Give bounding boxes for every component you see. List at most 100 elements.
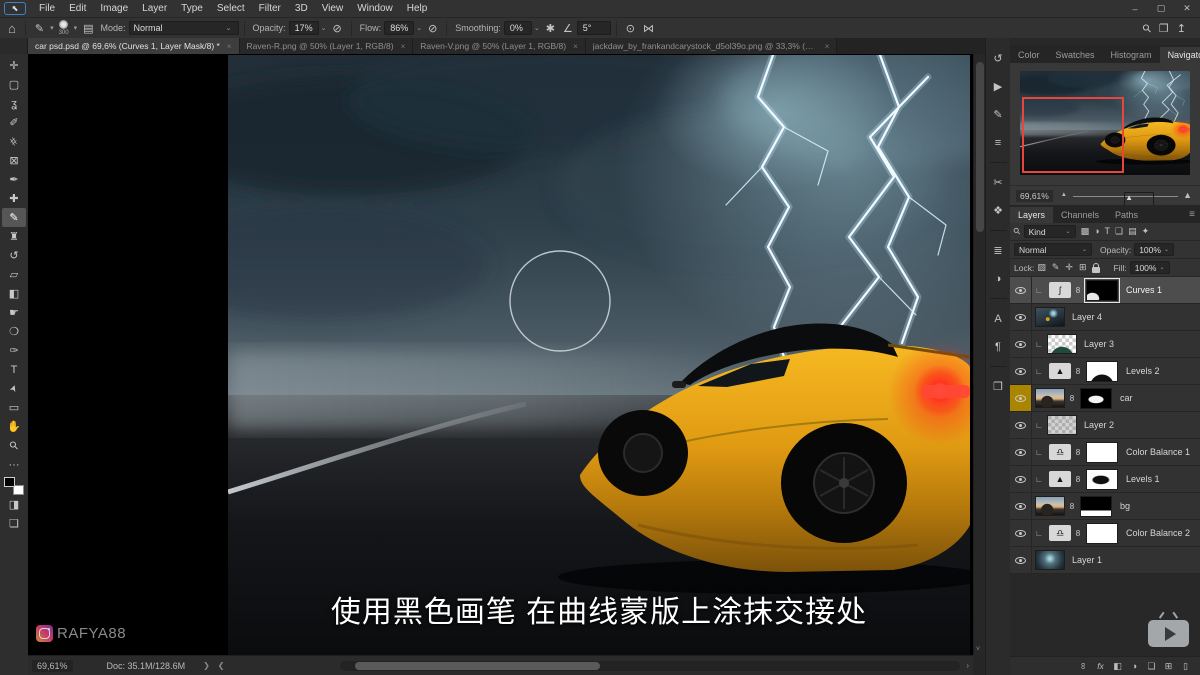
layer-mask-thumbnail[interactable] [1080,388,1112,409]
tab-close-icon[interactable]: × [573,42,578,51]
photoshop-logo-icon[interactable]: ⬉ [4,2,26,15]
navigator-zoom-slider[interactable]: ▲ ▲ ▲ [1061,190,1192,202]
brush-angle-field[interactable]: 5° [577,21,611,35]
menu-filter[interactable]: Filter [252,0,288,17]
menu-type[interactable]: Type [174,0,210,17]
toggle-brush-panel-icon[interactable]: ▤ [83,22,93,35]
home-icon[interactable]: ⌂ [8,21,16,36]
lock-transparency-icon[interactable]: ▨ [1037,262,1046,273]
layer-opacity-field[interactable]: 100% ⌄ [1134,243,1174,256]
airbrush-icon[interactable]: ⊘ [428,22,437,35]
menu-layer[interactable]: Layer [135,0,174,17]
tab-swatches[interactable]: Swatches [1048,47,1103,63]
brush-tool[interactable]: ✎ [2,208,26,227]
tab-close-icon[interactable]: × [227,42,232,51]
tools-panel-header[interactable] [0,38,28,54]
layer-thumbnail[interactable] [1035,307,1065,327]
menu-file[interactable]: File [32,0,62,17]
dodge-tool[interactable]: ❍ [2,322,26,341]
tab-close-icon[interactable]: × [401,42,406,51]
layer-thumbnail[interactable] [1035,496,1065,516]
layer-mask-thumbnail[interactable] [1086,523,1118,544]
brush-tool-icon[interactable]: ✎ [35,22,44,35]
layer-thumbnail[interactable] [1047,334,1077,354]
document-image[interactable] [228,55,970,655]
filter-smart-objects-icon[interactable]: ▤ [1128,226,1137,237]
clone-source-panel-icon[interactable]: ❐ [988,376,1009,397]
history-panel-icon[interactable]: ↺ [988,48,1009,69]
paragraph-panel-icon[interactable]: ¶ [988,336,1009,357]
tab-close-icon[interactable]: × [825,42,830,51]
layer-thumbnail[interactable] [1035,550,1065,570]
filter-shape-layers-icon[interactable]: ❏ [1115,226,1123,237]
vertical-scrollbar[interactable]: ˅ [973,54,985,655]
brush-settings-panel-icon[interactable]: ✎ [988,104,1009,125]
smoothing-chevron-icon[interactable]: ⌄ [534,24,540,32]
layer-row-curves-1[interactable]: ∟ʃ8Curves 1 [1010,277,1200,304]
blend-mode-select[interactable]: Normal ⌄ [129,21,239,35]
scroll-down-arrow-icon[interactable]: ˅ [976,646,980,653]
vertical-scrollbar-thumb[interactable] [976,62,984,232]
layer-thumbnail[interactable] [1047,415,1077,435]
edit-toolbar[interactable]: ··· [2,455,26,474]
opacity-field[interactable]: 17% [289,21,319,35]
add-layer-mask-icon[interactable]: ◧ [1109,661,1126,672]
layer-visibility-toggle[interactable] [1010,547,1032,573]
history-brush-tool[interactable]: ↺ [2,246,26,265]
menu-edit[interactable]: Edit [62,0,93,17]
document-tab-4[interactable]: jackdaw_by_frankandcarystock_d5ol39o.png… [586,38,838,54]
libraries-panel-icon[interactable]: ✂ [988,172,1009,193]
lock-all-icon[interactable] [1092,267,1100,273]
lock-position-icon[interactable]: ✛ [1065,262,1073,273]
document-tab-3[interactable]: Raven-V.png @ 50% (Layer 1, RGB/8)× [413,38,585,54]
adjustment-layer-icon-balance[interactable]: ♎ [1049,525,1071,541]
navigator-preview[interactable] [1020,71,1190,175]
status-arrow-left-icon[interactable]: ❮ [218,661,225,670]
frame-tool[interactable]: ⊠ [2,151,26,170]
brush-preset-picker[interactable]: 300 [59,20,69,36]
lock-artboard-icon[interactable]: ⊞ [1079,262,1087,273]
scroll-right-arrow-icon[interactable]: › [966,661,969,670]
clone-stamp-tool[interactable]: ♜ [2,227,26,246]
menu-help[interactable]: Help [400,0,435,17]
healing-brush-tool[interactable]: ✚ [2,189,26,208]
path-selection-tool[interactable]: ➤ [2,379,26,398]
smoothing-gear-icon[interactable]: ✱ [546,22,555,35]
layer-visibility-toggle[interactable] [1010,466,1032,492]
filter-pixel-layers-icon[interactable]: ▩ [1081,226,1090,237]
layer-thumbnail[interactable] [1035,388,1065,408]
3d-panel-icon[interactable]: ❖ [988,200,1009,221]
layer-mask-thumbnail[interactable] [1086,469,1118,490]
eraser-tool[interactable]: ▱ [2,265,26,284]
color-swatches[interactable] [4,477,24,495]
status-zoom-field[interactable]: 69,61% [32,660,73,672]
new-adjustment-layer-icon[interactable]: ◑ [1126,661,1143,671]
new-group-icon[interactable]: ❏ [1143,661,1160,672]
layer-row-car[interactable]: 8car [1010,385,1200,412]
layer-row-color-balance-2[interactable]: ∟♎8Color Balance 2 [1010,520,1200,547]
tab-color[interactable]: Color [1010,47,1048,63]
layer-visibility-toggle[interactable] [1010,277,1032,303]
layer-visibility-toggle[interactable] [1010,439,1032,465]
filter-adjustment-layers-icon[interactable]: ◑ [1094,226,1099,237]
zoom-out-icon[interactable]: ▲ [1061,192,1067,198]
link-layers-icon[interactable]: ∞ [1079,658,1089,675]
navigator-zoom-field[interactable]: 69,61% [1016,190,1053,202]
brush-picker-chevron-icon[interactable]: ▾ [74,24,78,32]
zoom-in-icon[interactable]: ▲ [1183,190,1192,200]
flow-field[interactable]: 86% [384,21,414,35]
layer-visibility-toggle[interactable] [1010,358,1032,384]
menu-3d[interactable]: 3D [288,0,315,17]
move-tool[interactable]: ✛ [2,56,26,75]
layer-row-layer-3[interactable]: ∟Layer 3 [1010,331,1200,358]
panel-menu-icon[interactable]: ≡ [1184,209,1200,223]
tab-histogram[interactable]: Histogram [1103,47,1160,63]
lasso-tool[interactable]: ʓ [2,94,26,113]
adjustment-layer-icon-levels[interactable]: ▲ [1049,363,1071,379]
filter-type-layers-icon[interactable]: T [1105,226,1111,237]
menu-window[interactable]: Window [350,0,400,17]
close-button[interactable]: ✕ [1174,0,1200,17]
layer-visibility-toggle[interactable] [1010,385,1032,411]
workspace-icon[interactable]: ❐ [1159,22,1169,35]
properties-panel-icon[interactable]: ≣ [988,240,1009,261]
